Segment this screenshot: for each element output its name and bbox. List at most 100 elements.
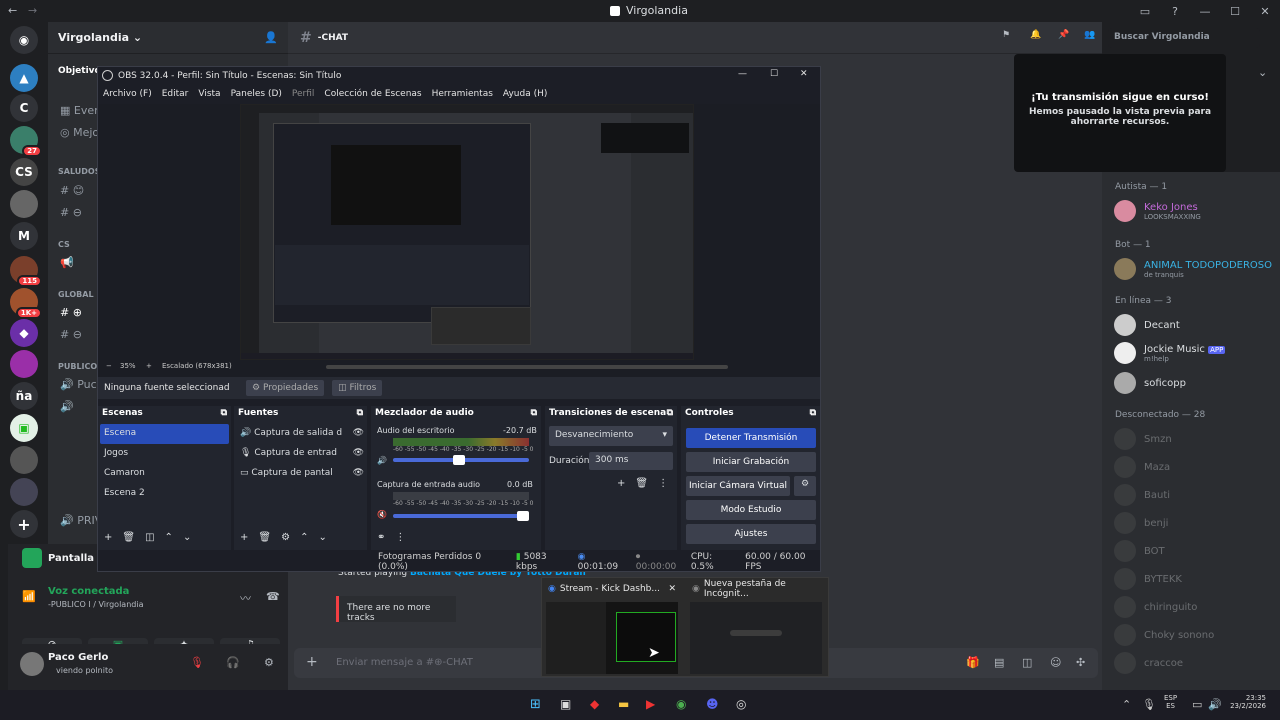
obs-icon[interactable]: ◎ [736, 697, 746, 711]
member-item[interactable]: Jockie Music APP m!help [1114, 342, 1226, 364]
more-icon[interactable]: ⋮ [395, 532, 405, 543]
scene-item[interactable]: Camaron [104, 468, 145, 478]
threads-icon[interactable]: ⚑ [1002, 30, 1010, 40]
member-item-offline[interactable]: BYTEKK [1114, 568, 1182, 590]
zoom-out-button[interactable]: − [106, 362, 112, 370]
add-server-icon[interactable]: + [10, 510, 38, 538]
menu-scene-collection[interactable]: Colección de Escenas [324, 89, 421, 99]
undock-icon[interactable]: ⧉ [357, 408, 363, 418]
display-icon[interactable]: ▭ [1192, 698, 1202, 711]
channel-item[interactable]: # ⊖ [60, 206, 82, 219]
eye-icon[interactable]: 👁 [353, 428, 364, 438]
discord-home-icon[interactable]: ◉ [10, 26, 38, 54]
channel-item[interactable]: # 😊 [60, 184, 84, 197]
inbox-icon[interactable]: ▭ [1130, 0, 1160, 22]
server-icon[interactable]: 1K+ [10, 288, 42, 319]
eye-icon[interactable]: 👁 [353, 448, 364, 458]
obs-preview[interactable]: − 35% + Escalado (678x381) [98, 104, 820, 396]
member-item-offline[interactable]: Smzn [1114, 428, 1172, 450]
gift-icon[interactable]: 🎁 [966, 656, 980, 669]
minimize-button[interactable]: — [738, 69, 747, 79]
volume-slider[interactable] [393, 455, 529, 465]
member-item-offline[interactable]: chiringuito [1114, 596, 1197, 618]
studio-mode-button[interactable]: Modo Estudio [686, 500, 816, 520]
preview-canvas[interactable] [240, 104, 694, 360]
microphone-icon[interactable]: 🎙 [1142, 698, 1156, 711]
file-explorer-icon[interactable]: ▬ [618, 697, 629, 711]
member-item-offline[interactable]: benji [1114, 512, 1168, 534]
forward-arrow-icon[interactable]: → [28, 4, 37, 17]
server-icon[interactable]: 27 [10, 126, 42, 157]
category-label[interactable]: PUBLICO [58, 362, 97, 371]
trash-icon[interactable]: 🗑 [122, 532, 135, 543]
help-icon[interactable]: ? [1160, 0, 1190, 22]
volume-slider[interactable] [393, 511, 529, 521]
undock-icon[interactable]: ⧉ [810, 408, 816, 418]
gif-icon[interactable]: ▤ [994, 656, 1004, 669]
menu-help[interactable]: Ayuda (H) [503, 89, 547, 99]
category-label[interactable]: GLOBAL [58, 290, 94, 299]
media-icon[interactable]: ▶ [646, 697, 655, 711]
server-icon[interactable]: ◆ [10, 319, 38, 347]
transition-select[interactable]: Desvanecimiento ▾ [549, 426, 673, 446]
close-icon[interactable]: ✕ [668, 584, 676, 594]
zoom-in-button[interactable]: + [146, 362, 152, 370]
apps-icon[interactable]: ✣ [1076, 656, 1085, 669]
gear-icon[interactable]: ⚙ [281, 532, 290, 543]
channel-item-active[interactable]: # ⊕ [60, 306, 82, 319]
source-item[interactable]: 🔊 Captura de salida d 👁 [240, 428, 364, 438]
clock[interactable]: 23:35 23/2/2026 [1228, 694, 1266, 710]
mute-icon[interactable]: 🎙 [190, 656, 204, 669]
noise-suppression-icon[interactable]: 〰 [240, 590, 251, 606]
trash-icon[interactable]: 🗑 [258, 532, 271, 543]
voice-channel-info[interactable]: -PUBLICO I / Virgolandia [48, 600, 143, 609]
properties-button[interactable]: ⚙ Propiedades [246, 380, 325, 396]
chevron-up-icon[interactable]: ⌃ [300, 532, 308, 543]
attach-plus-icon[interactable]: + [306, 654, 318, 670]
signal-icon[interactable]: 📶 [22, 590, 36, 603]
server-header[interactable]: Virgolandia ⌄ 👤 [48, 22, 288, 54]
member-item[interactable]: Keko Jones LOOKSMAXXING [1114, 200, 1201, 222]
menu-file[interactable]: Archivo (F) [103, 89, 152, 99]
server-icon[interactable]: M [10, 222, 38, 250]
eye-icon[interactable]: 👁 [353, 468, 364, 478]
invite-icon[interactable]: 👤 [264, 31, 278, 44]
filters-button[interactable]: ◫ Filtros [332, 380, 383, 396]
server-icon[interactable]: ▲ [10, 64, 38, 92]
undock-icon[interactable]: ⧉ [221, 408, 227, 418]
chevron-up-icon[interactable]: ⌃ [1122, 698, 1131, 711]
member-item-offline[interactable]: Bauti [1114, 484, 1170, 506]
discord-icon[interactable]: ☻ [706, 697, 719, 711]
member-item[interactable]: soficopp [1114, 372, 1186, 394]
headphones-icon[interactable]: 🎧 [226, 656, 240, 669]
voice-channel[interactable]: 🔊 Pucl [60, 378, 100, 391]
scene-item[interactable]: Jogos [104, 448, 128, 458]
server-icon[interactable] [10, 350, 38, 378]
channel-item[interactable]: 📢 [60, 256, 74, 269]
channel-item[interactable]: # ⊖ [60, 328, 82, 341]
sidebar-item-boosts[interactable]: ◎ Mejo [60, 126, 99, 139]
stop-streaming-button[interactable]: Detener Transmisión [686, 428, 816, 448]
windows-start-icon[interactable]: ⊞ [530, 697, 541, 712]
server-icon[interactable] [10, 190, 38, 218]
language-indicator[interactable]: ESP ES [1164, 694, 1177, 710]
minimize-button[interactable]: — [1190, 0, 1220, 22]
voice-channel[interactable]: 🔊 [60, 400, 74, 413]
member-item[interactable]: ANIMAL TODOPODEROSO de tranquis [1114, 258, 1272, 280]
sticker-icon[interactable]: ◫ [1022, 656, 1032, 669]
chevron-down-icon[interactable]: ⌄ [183, 532, 191, 543]
chevron-down-icon[interactable]: ⌄ [1258, 66, 1267, 79]
start-virtual-camera-button[interactable]: Iniciar Cámara Virtual [686, 476, 790, 496]
server-icon[interactable]: C [10, 94, 38, 122]
menu-profile[interactable]: Perfil [292, 89, 315, 99]
start-recording-button[interactable]: Iniciar Grabación [686, 452, 816, 472]
member-item-offline[interactable]: Maza [1114, 456, 1170, 478]
back-arrow-icon[interactable]: ← [8, 4, 17, 17]
search-input[interactable]: Buscar Virgolandia [1108, 28, 1260, 48]
server-icon[interactable]: 115 [10, 256, 42, 287]
maximize-button[interactable]: ☐ [770, 69, 778, 79]
chevron-up-icon[interactable]: ⌃ [165, 532, 173, 543]
server-icon[interactable]: ña [10, 382, 38, 410]
member-item-offline[interactable]: craccoe [1114, 652, 1183, 674]
scene-item[interactable]: Escena 2 [104, 488, 145, 498]
